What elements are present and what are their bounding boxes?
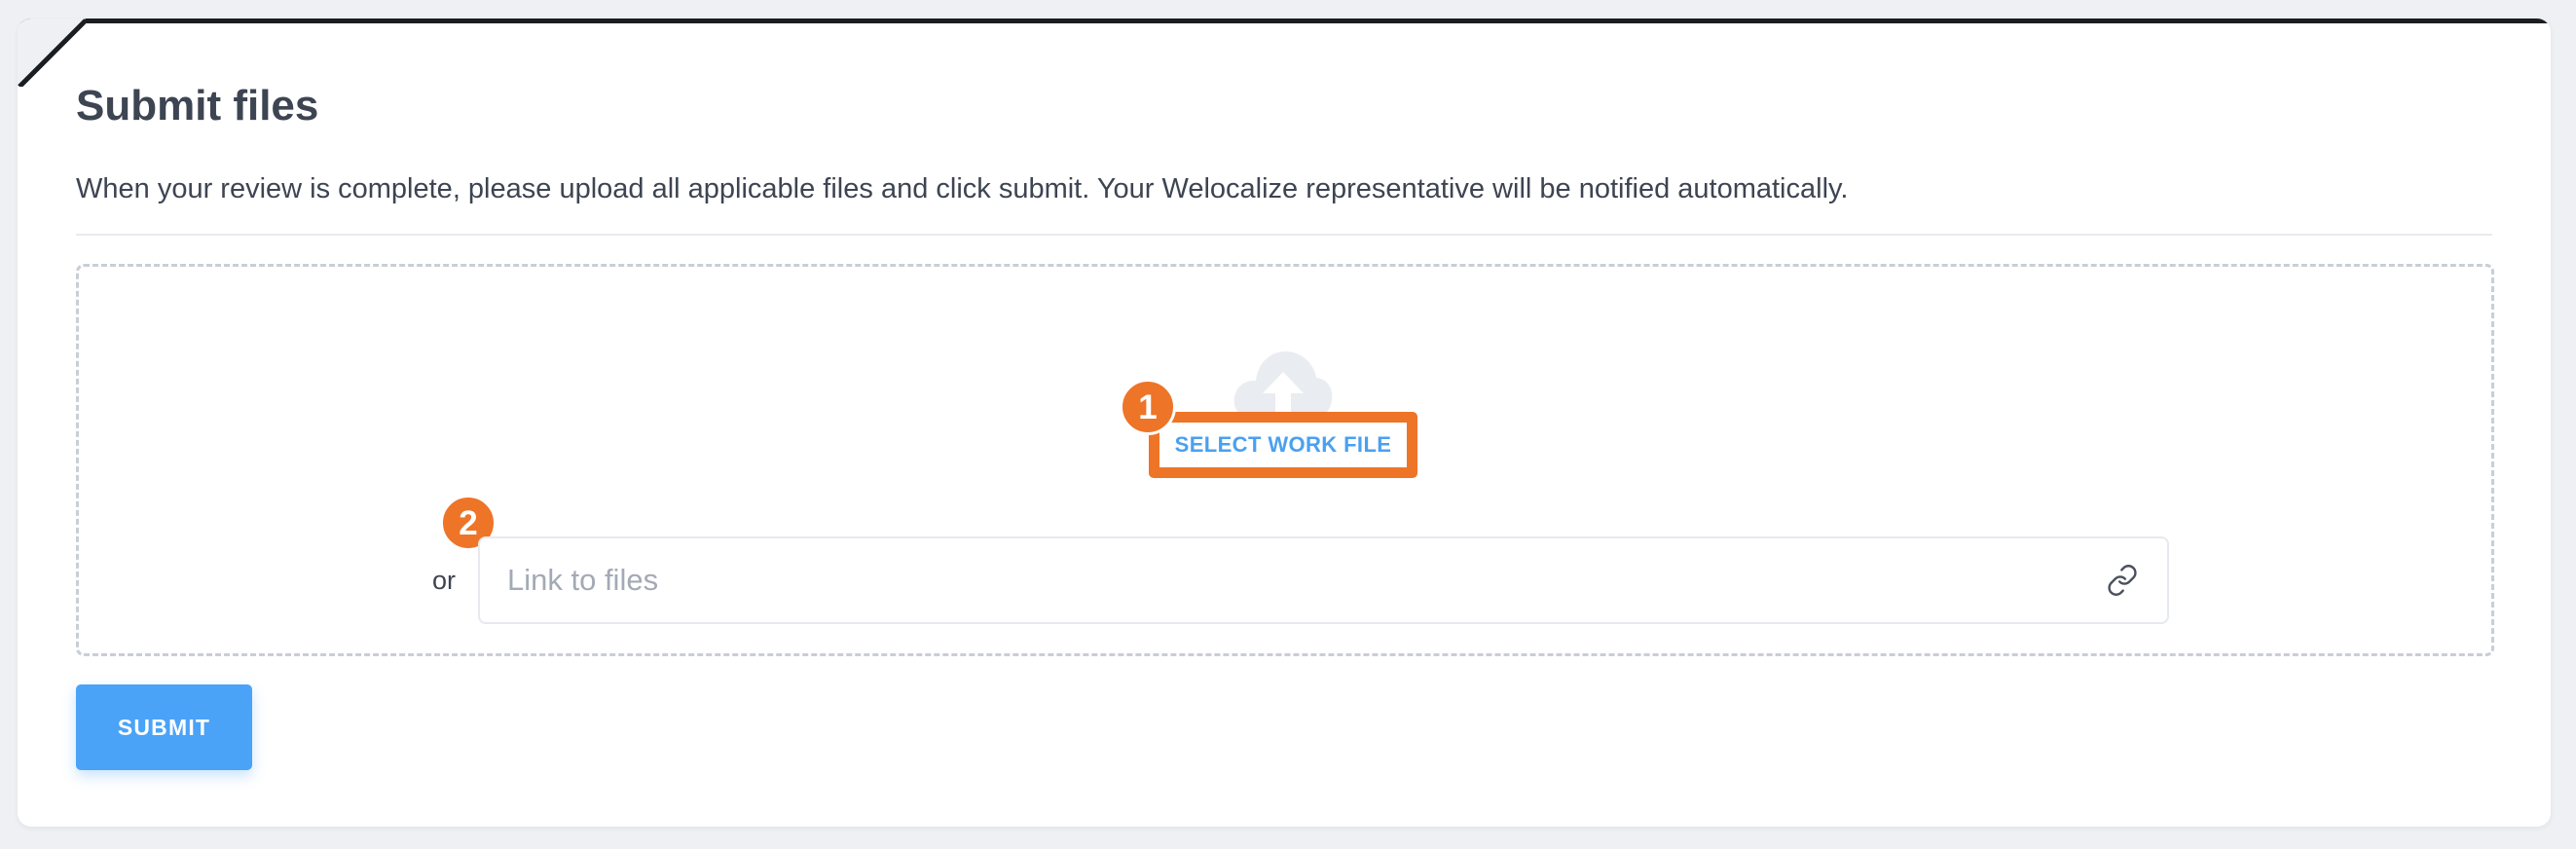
corner-fold-decoration	[18, 18, 86, 87]
card-top-border	[18, 18, 2551, 23]
divider	[76, 234, 2492, 236]
link-to-files-field[interactable]	[478, 536, 2169, 624]
instructions-text: When your review is complete, please upl…	[76, 173, 1849, 204]
select-work-file-button[interactable]: SELECT WORK FILE	[1149, 412, 1417, 478]
annotation-badge-1: 1	[1120, 379, 1176, 435]
page: Submit files When your review is complet…	[0, 0, 2576, 849]
submit-files-card: Submit files When your review is complet…	[18, 18, 2551, 827]
link-icon	[2108, 565, 2137, 596]
submit-button[interactable]: SUBMIT	[76, 684, 252, 770]
page-title: Submit files	[76, 82, 319, 129]
or-label: or	[432, 566, 457, 595]
link-to-files-input[interactable]	[507, 538, 2065, 622]
select-work-file-label: SELECT WORK FILE	[1174, 432, 1392, 457]
